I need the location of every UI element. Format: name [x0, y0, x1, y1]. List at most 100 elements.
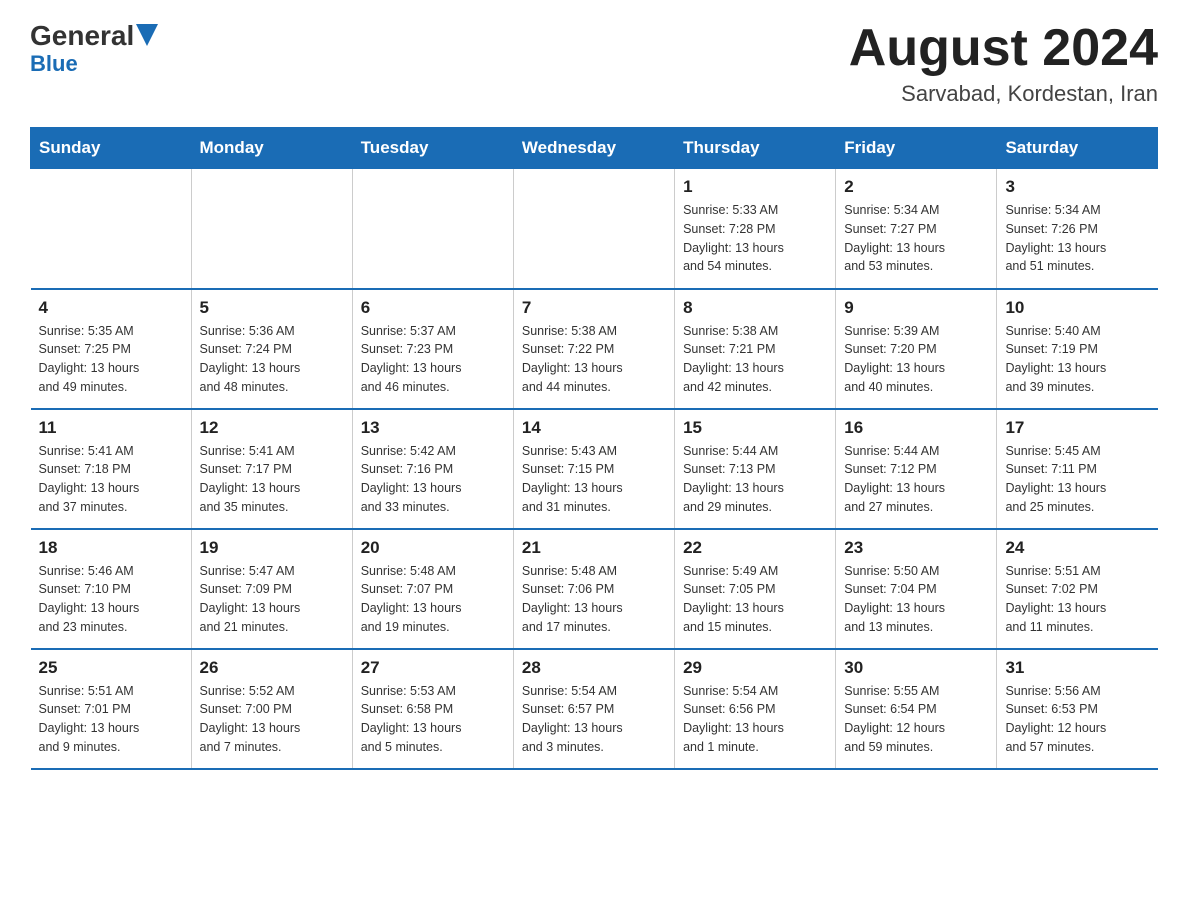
calendar-week-row: 18 Sunrise: 5:46 AM Sunset: 7:10 PM Dayli…: [31, 529, 1158, 649]
calendar-cell: 26 Sunrise: 5:52 AM Sunset: 7:00 PM Dayli…: [191, 649, 352, 769]
day-number: 22: [683, 538, 827, 558]
day-info: Sunrise: 5:41 AM Sunset: 7:17 PM Dayligh…: [200, 442, 344, 517]
calendar-cell: 22 Sunrise: 5:49 AM Sunset: 7:05 PM Dayli…: [675, 529, 836, 649]
day-number: 23: [844, 538, 988, 558]
day-info: Sunrise: 5:41 AM Sunset: 7:18 PM Dayligh…: [39, 442, 183, 517]
day-info: Sunrise: 5:36 AM Sunset: 7:24 PM Dayligh…: [200, 322, 344, 397]
calendar-cell: 9 Sunrise: 5:39 AM Sunset: 7:20 PM Daylig…: [836, 289, 997, 409]
calendar-cell: 13 Sunrise: 5:42 AM Sunset: 7:16 PM Dayli…: [352, 409, 513, 529]
calendar-cell: 4 Sunrise: 5:35 AM Sunset: 7:25 PM Daylig…: [31, 289, 192, 409]
day-info: Sunrise: 5:40 AM Sunset: 7:19 PM Dayligh…: [1005, 322, 1149, 397]
day-number: 15: [683, 418, 827, 438]
day-info: Sunrise: 5:34 AM Sunset: 7:27 PM Dayligh…: [844, 201, 988, 276]
calendar-cell: 20 Sunrise: 5:48 AM Sunset: 7:07 PM Dayli…: [352, 529, 513, 649]
day-number: 25: [39, 658, 183, 678]
calendar-cell: 31 Sunrise: 5:56 AM Sunset: 6:53 PM Dayli…: [997, 649, 1158, 769]
day-info: Sunrise: 5:37 AM Sunset: 7:23 PM Dayligh…: [361, 322, 505, 397]
title-area: August 2024 Sarvabad, Kordestan, Iran: [849, 20, 1158, 107]
calendar-table: SundayMondayTuesdayWednesdayThursdayFrid…: [30, 127, 1158, 770]
calendar-cell: 17 Sunrise: 5:45 AM Sunset: 7:11 PM Dayli…: [997, 409, 1158, 529]
day-info: Sunrise: 5:44 AM Sunset: 7:12 PM Dayligh…: [844, 442, 988, 517]
calendar-cell: [352, 169, 513, 289]
day-number: 14: [522, 418, 666, 438]
day-info: Sunrise: 5:50 AM Sunset: 7:04 PM Dayligh…: [844, 562, 988, 637]
header: General Blue August 2024 Sarvabad, Korde…: [30, 20, 1158, 107]
calendar-cell: 3 Sunrise: 5:34 AM Sunset: 7:26 PM Daylig…: [997, 169, 1158, 289]
day-number: 13: [361, 418, 505, 438]
day-number: 7: [522, 298, 666, 318]
month-title: August 2024: [849, 20, 1158, 77]
day-number: 12: [200, 418, 344, 438]
calendar-cell: [31, 169, 192, 289]
calendar-cell: 29 Sunrise: 5:54 AM Sunset: 6:56 PM Dayli…: [675, 649, 836, 769]
day-number: 18: [39, 538, 183, 558]
calendar-cell: 10 Sunrise: 5:40 AM Sunset: 7:19 PM Dayli…: [997, 289, 1158, 409]
day-number: 8: [683, 298, 827, 318]
logo: General Blue: [30, 20, 158, 77]
day-info: Sunrise: 5:48 AM Sunset: 7:06 PM Dayligh…: [522, 562, 666, 637]
day-info: Sunrise: 5:42 AM Sunset: 7:16 PM Dayligh…: [361, 442, 505, 517]
day-info: Sunrise: 5:45 AM Sunset: 7:11 PM Dayligh…: [1005, 442, 1149, 517]
day-info: Sunrise: 5:38 AM Sunset: 7:22 PM Dayligh…: [522, 322, 666, 397]
day-number: 9: [844, 298, 988, 318]
day-info: Sunrise: 5:48 AM Sunset: 7:07 PM Dayligh…: [361, 562, 505, 637]
day-number: 17: [1005, 418, 1149, 438]
calendar-header-row: SundayMondayTuesdayWednesdayThursdayFrid…: [31, 128, 1158, 169]
day-info: Sunrise: 5:47 AM Sunset: 7:09 PM Dayligh…: [200, 562, 344, 637]
day-of-week-header: Monday: [191, 128, 352, 169]
calendar-cell: 28Sunrise: 5:54 AM Sunset: 6:57 PM Dayli…: [513, 649, 674, 769]
day-info: Sunrise: 5:33 AM Sunset: 7:28 PM Dayligh…: [683, 201, 827, 276]
day-info: Sunrise: 5:52 AM Sunset: 7:00 PM Dayligh…: [200, 682, 344, 757]
day-number: 24: [1005, 538, 1149, 558]
day-number: 27: [361, 658, 505, 678]
calendar-cell: 5 Sunrise: 5:36 AM Sunset: 7:24 PM Daylig…: [191, 289, 352, 409]
calendar-cell: 8Sunrise: 5:38 AM Sunset: 7:21 PM Daylig…: [675, 289, 836, 409]
calendar-cell: 27 Sunrise: 5:53 AM Sunset: 6:58 PM Dayli…: [352, 649, 513, 769]
day-info: Sunrise: 5:46 AM Sunset: 7:10 PM Dayligh…: [39, 562, 183, 637]
calendar-cell: 18 Sunrise: 5:46 AM Sunset: 7:10 PM Dayli…: [31, 529, 192, 649]
day-number: 10: [1005, 298, 1149, 318]
day-of-week-header: Sunday: [31, 128, 192, 169]
calendar-cell: 6 Sunrise: 5:37 AM Sunset: 7:23 PM Daylig…: [352, 289, 513, 409]
calendar-cell: 14Sunrise: 5:43 AM Sunset: 7:15 PM Dayli…: [513, 409, 674, 529]
day-number: 30: [844, 658, 988, 678]
calendar-cell: 23 Sunrise: 5:50 AM Sunset: 7:04 PM Dayli…: [836, 529, 997, 649]
day-number: 20: [361, 538, 505, 558]
day-number: 1: [683, 177, 827, 197]
calendar-week-row: 25 Sunrise: 5:51 AM Sunset: 7:01 PM Dayli…: [31, 649, 1158, 769]
day-number: 3: [1005, 177, 1149, 197]
day-info: Sunrise: 5:39 AM Sunset: 7:20 PM Dayligh…: [844, 322, 988, 397]
day-number: 31: [1005, 658, 1149, 678]
calendar-cell: 21 Sunrise: 5:48 AM Sunset: 7:06 PM Dayli…: [513, 529, 674, 649]
day-info: Sunrise: 5:49 AM Sunset: 7:05 PM Dayligh…: [683, 562, 827, 637]
day-info: Sunrise: 5:54 AM Sunset: 6:57 PM Dayligh…: [522, 682, 666, 757]
day-info: Sunrise: 5:34 AM Sunset: 7:26 PM Dayligh…: [1005, 201, 1149, 276]
day-info: Sunrise: 5:54 AM Sunset: 6:56 PM Dayligh…: [683, 682, 827, 757]
day-number: 21: [522, 538, 666, 558]
day-number: 26: [200, 658, 344, 678]
calendar-cell: 25 Sunrise: 5:51 AM Sunset: 7:01 PM Dayli…: [31, 649, 192, 769]
location-title: Sarvabad, Kordestan, Iran: [849, 81, 1158, 107]
day-number: 11: [39, 418, 183, 438]
day-info: Sunrise: 5:56 AM Sunset: 6:53 PM Dayligh…: [1005, 682, 1149, 757]
day-number: 5: [200, 298, 344, 318]
calendar-cell: 15Sunrise: 5:44 AM Sunset: 7:13 PM Dayli…: [675, 409, 836, 529]
day-number: 6: [361, 298, 505, 318]
day-number: 29: [683, 658, 827, 678]
calendar-week-row: 4 Sunrise: 5:35 AM Sunset: 7:25 PM Daylig…: [31, 289, 1158, 409]
calendar-cell: 30 Sunrise: 5:55 AM Sunset: 6:54 PM Dayli…: [836, 649, 997, 769]
day-info: Sunrise: 5:35 AM Sunset: 7:25 PM Dayligh…: [39, 322, 183, 397]
calendar-week-row: 1 Sunrise: 5:33 AM Sunset: 7:28 PM Daylig…: [31, 169, 1158, 289]
calendar-cell: 24Sunrise: 5:51 AM Sunset: 7:02 PM Dayli…: [997, 529, 1158, 649]
day-of-week-header: Tuesday: [352, 128, 513, 169]
calendar-cell: 2 Sunrise: 5:34 AM Sunset: 7:27 PM Daylig…: [836, 169, 997, 289]
day-info: Sunrise: 5:51 AM Sunset: 7:01 PM Dayligh…: [39, 682, 183, 757]
logo-blue-text: Blue: [30, 51, 78, 77]
calendar-cell: 12 Sunrise: 5:41 AM Sunset: 7:17 PM Dayli…: [191, 409, 352, 529]
day-of-week-header: Wednesday: [513, 128, 674, 169]
day-info: Sunrise: 5:53 AM Sunset: 6:58 PM Dayligh…: [361, 682, 505, 757]
day-number: 2: [844, 177, 988, 197]
day-info: Sunrise: 5:55 AM Sunset: 6:54 PM Dayligh…: [844, 682, 988, 757]
logo-triangle-icon: [136, 24, 158, 46]
day-number: 4: [39, 298, 183, 318]
